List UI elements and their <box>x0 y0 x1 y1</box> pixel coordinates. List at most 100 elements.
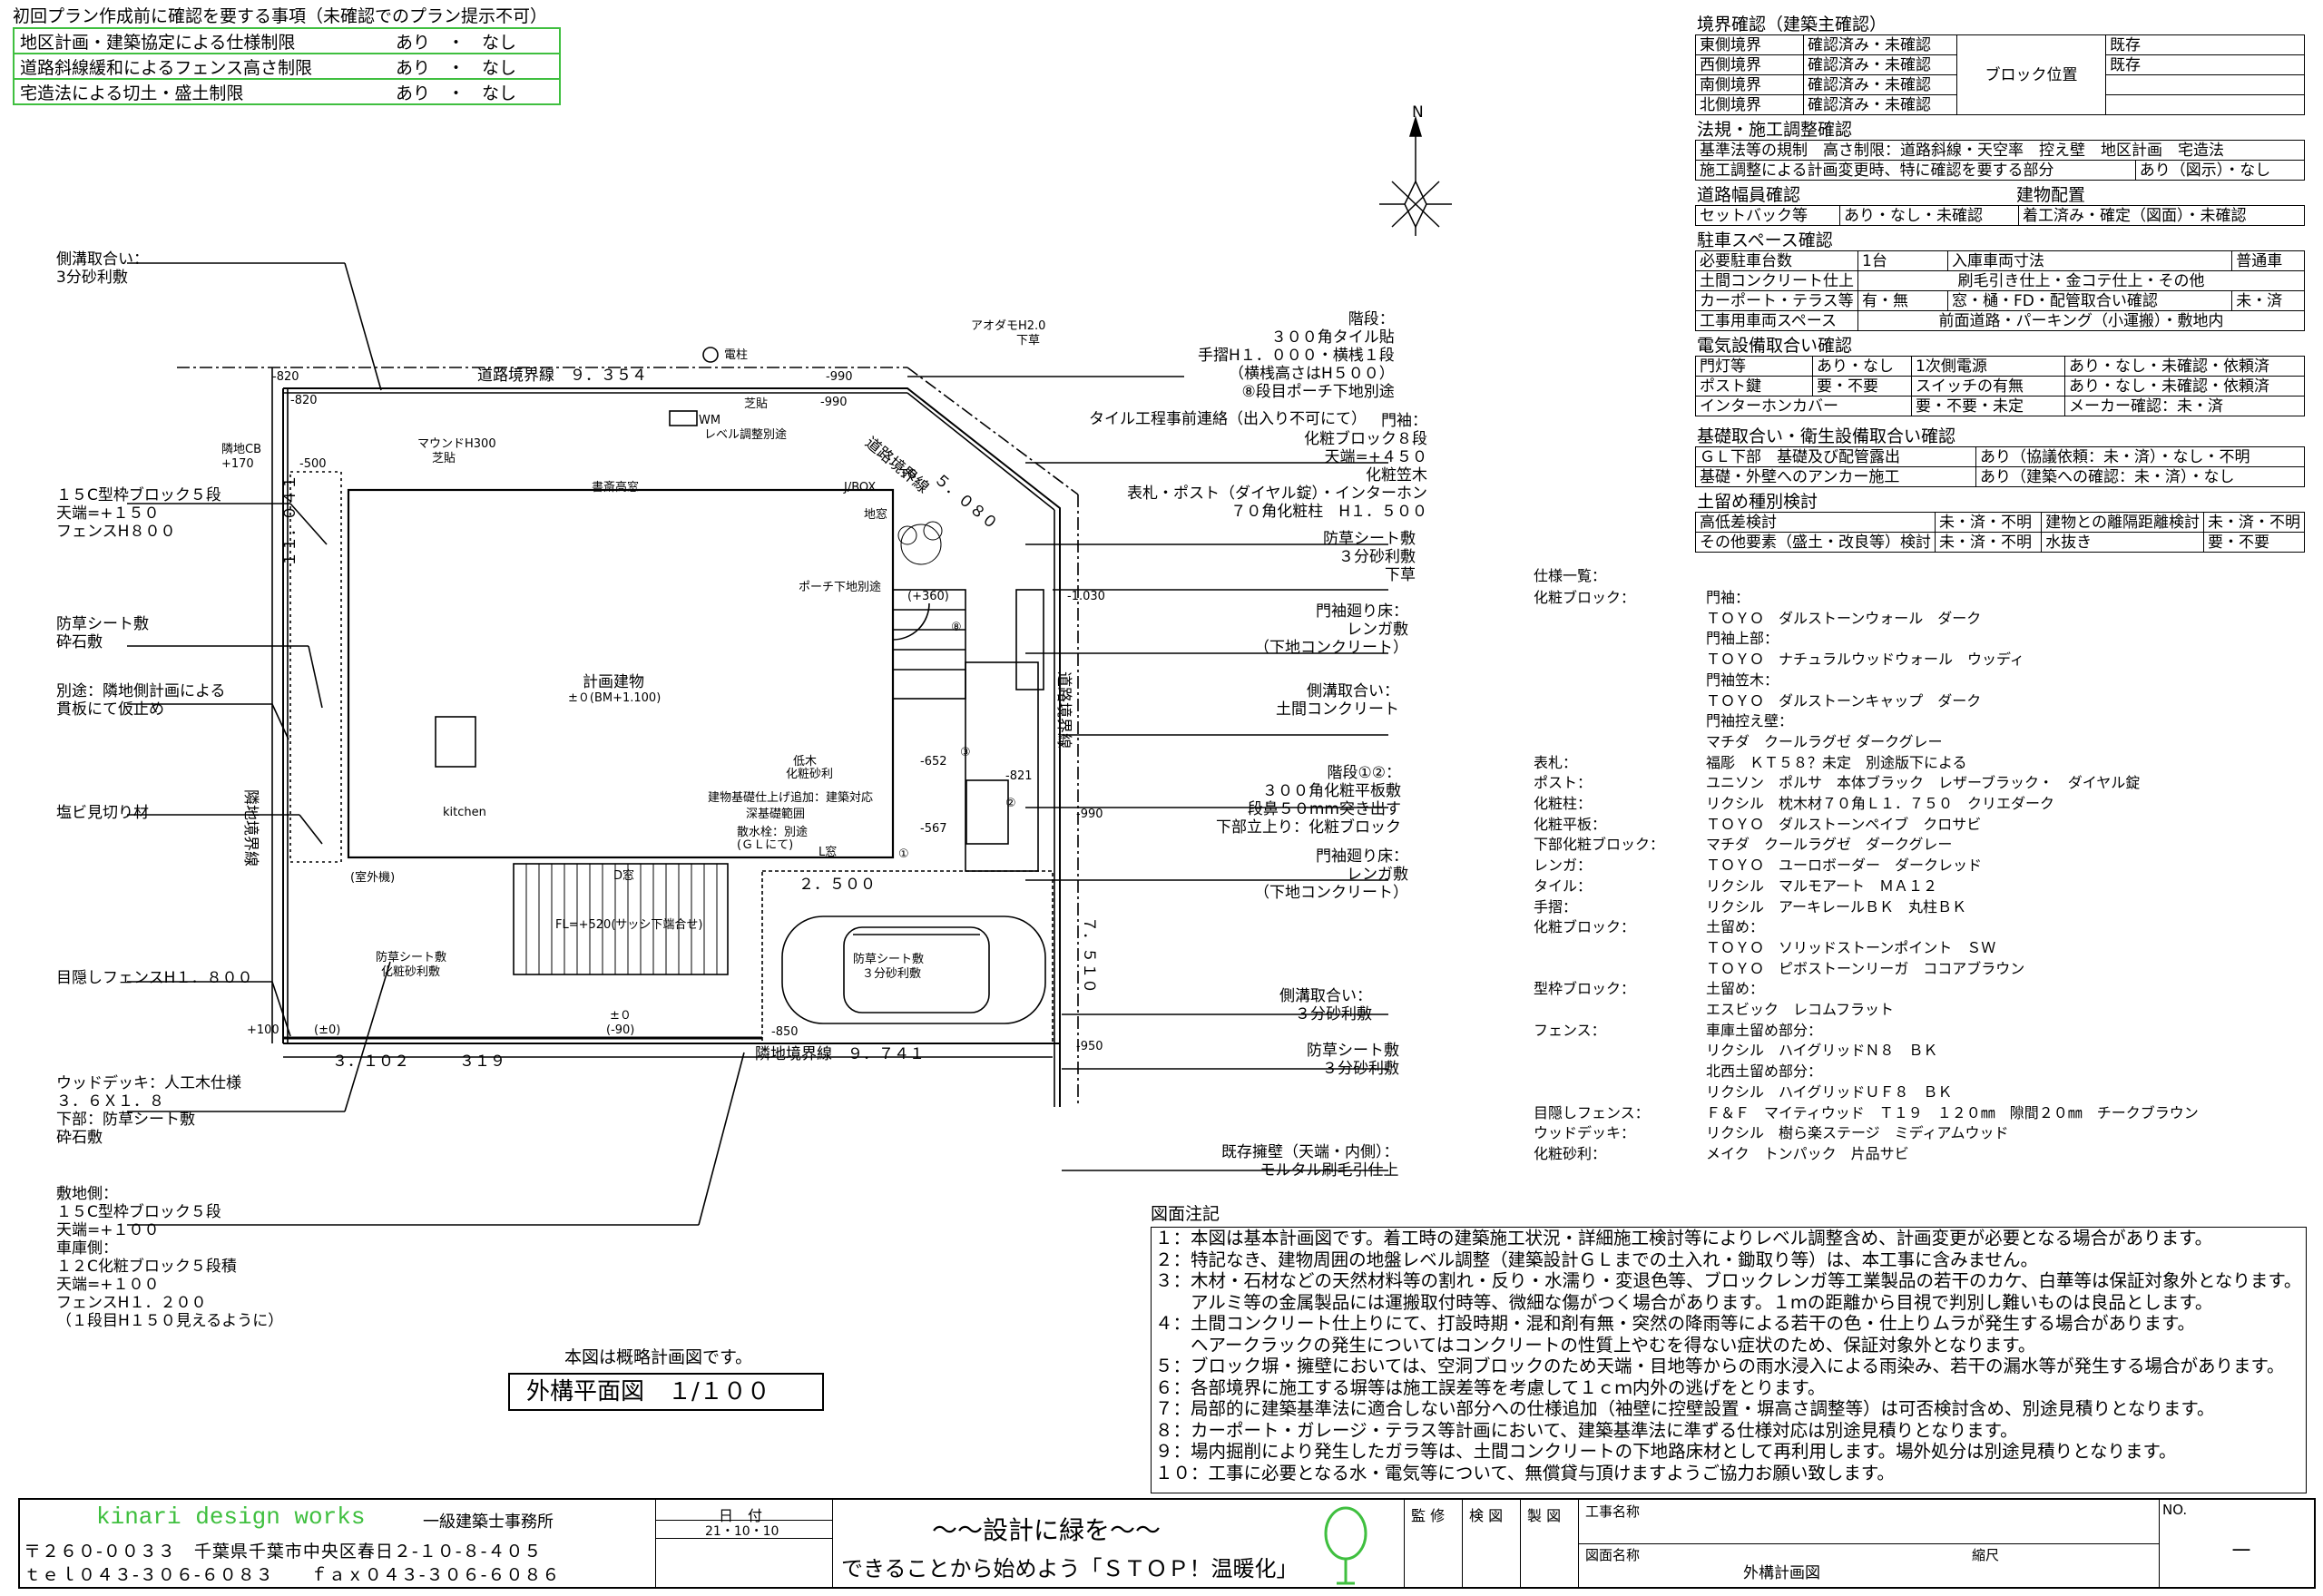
supervision-cell: 監 修 <box>1404 1500 1463 1587</box>
level-m821: -821 <box>1005 769 1033 783</box>
level-p360: (+360) <box>907 590 949 603</box>
spec-key: 下部化粧ブロック： <box>1534 836 1665 854</box>
spec-value: 門袖： <box>1706 589 1750 606</box>
notes-title: 図面注記 <box>1151 1204 1220 1224</box>
level-adjust-label: レベル調整別途 <box>704 428 788 442</box>
check-cell: 検 図 <box>1462 1500 1521 1587</box>
note-line: １：本図は基本計画図です。着工時の建築施工状況・詳細施工検討等によりレベル調整含… <box>1155 1228 2213 1248</box>
shrub-gravel-label: 化粧砂利 <box>786 768 834 781</box>
callout-gate-floor-1: 門袖廻り床： レンガ敷 （下地コンクリート） <box>1254 602 1408 657</box>
mound-grass-label: 芝貼 <box>432 452 456 465</box>
electric-pole-label: 電柱 <box>724 348 749 362</box>
spec-key: 化粧平板： <box>1534 815 1607 833</box>
level-p100: +100 <box>247 1023 279 1037</box>
boundary-title: 境界確認（建築主確認） <box>1697 15 1887 34</box>
foundation-table: ＧＬ下部 基礎及び配管露出 あり（協議依頼：未・済）・なし・不明 基礎・外壁へのア… <box>1695 446 2305 487</box>
drawing-label: 図面名称 <box>1585 1547 1641 1563</box>
drafter-label: 製 図 <box>1527 1507 1562 1524</box>
spec-key: 表札： <box>1534 753 1578 771</box>
level-m90: (-90) <box>606 1023 635 1037</box>
date-value: 21・10・10 <box>705 1524 779 1539</box>
callout-stairs: 階段： ３００角タイル貼 手摺H１．０００・横桟１段 （横桟高さはH５００） ⑧… <box>1198 310 1395 401</box>
bottom-dimension-1: ３．１０２ <box>332 1053 409 1071</box>
callout-ditch-left: 側溝取合い： 3分砂利敷 <box>56 250 149 287</box>
boundary-table: 東側境界 確認済み・未確認 ブロック位置 既存 西側境界 確認済み・未確認 既存 南側境界… <box>1695 34 2305 115</box>
level-m950: -950 <box>1076 1040 1103 1053</box>
spec-key: 化粧砂利： <box>1534 1144 1607 1162</box>
road-boundary-label: 道路境界線 ９．３５４ <box>477 367 647 385</box>
top-check-row: 道路斜線緩和によるフェンス高さ制限 あり ・ なし <box>15 54 559 80</box>
parking-cell: 前面道路・パーキング（小運搬）・敷地内 <box>1857 310 2305 331</box>
compass-icon <box>1379 115 1452 236</box>
parking-weed-sheet-label: 防草シート敷 <box>853 953 925 966</box>
electric-cell: 門灯等 <box>1695 356 1813 377</box>
spec-key: 手摺： <box>1534 897 1578 915</box>
level-m1030: -1.030 <box>1067 590 1105 603</box>
fl-label: FL=+520(サッシ下端合せ) <box>555 918 703 932</box>
block-value: 既存 <box>2105 54 2305 75</box>
electric-cell: ポスト鍵 <box>1695 376 1813 397</box>
parking-gravel-label: ３分砂利敷 <box>862 967 922 981</box>
level-m500: -500 <box>299 457 327 471</box>
supervision-label: 監 修 <box>1411 1507 1446 1524</box>
note-line: ７：局部的に建築基準法に適合しない部分への仕様追加（袖壁に控壁設置・塀高さ調整等… <box>1155 1398 2215 1419</box>
spec-value: 土留め： <box>1706 980 1765 998</box>
level-m850: -850 <box>771 1025 799 1039</box>
note-line: ９：場内掘削により発生したガラ等は、土間コンクリートの下地路床材として再利用しま… <box>1155 1441 2177 1462</box>
company-address: 〒２６０-００３３ 千葉県千葉市中央区春日２-１０-８-４０５ <box>24 1542 543 1562</box>
spec-value: 福彫 ＫＴ５８？未定 別途版下による <box>1706 753 1967 771</box>
north-label: N <box>1412 103 1424 122</box>
retaining-cell: 高低差検討 <box>1695 512 1936 533</box>
boundary-side: 西側境界 <box>1695 54 1804 75</box>
level-m820: -820 <box>272 370 299 384</box>
road-table: セットバック等 あり・なし・未確認 着工済み・確定（図面）・未確認 <box>1695 205 2305 226</box>
law-table: 基準法等の規制 高さ制限：道路斜線・天空率 控え壁 地区計画 宅造法 施工調整に… <box>1695 140 2306 181</box>
boundary-side: 東側境界 <box>1695 34 1804 55</box>
parking-title: 駐車スペース確認 <box>1697 230 1833 250</box>
foundation-title: 基礎取合い・衛生設備取合い確認 <box>1697 426 1956 446</box>
spec-value: ＴＯＹＯ ピボストーンリーガ ココアブラウン <box>1706 959 2025 977</box>
level-m990: -990 <box>826 370 853 384</box>
notes-box: １：本図は基本計画図です。着工時の建築施工状況・詳細施工検討等によりレベル調整含… <box>1151 1227 2307 1493</box>
bottom-dimension-2: ３１９ <box>459 1053 505 1071</box>
spec-value: ＴＯＹＯ ナチュラルウッドウォール ウッディ <box>1706 651 2024 669</box>
spec-key: タイル： <box>1534 876 1593 895</box>
right-dimension: ７．５１０ <box>1080 916 1098 994</box>
top-check-label: 地区計画・建築協定による仕様制限 <box>20 32 296 53</box>
spec-value: リクシル 枕木材７０角Ｌ１．７５０ クリエダーク <box>1706 795 2055 812</box>
retaining-cell: 水抜き <box>2041 532 2204 553</box>
spec-value: 車庫土留め部分： <box>1706 1021 1823 1039</box>
note-line: ２：特記なき、建物周囲の地盤レベル調整（建築設計ＧＬまでの土入れ・鋤取り等）は、… <box>1155 1248 2039 1270</box>
top-check-row: 地区計画・建築協定による仕様制限 あり ・ なし <box>15 29 559 54</box>
callout-weed-sheet-right: 防草シート敷 ３分砂利敷 下草 <box>1323 530 1416 584</box>
shrub-icon <box>897 521 943 565</box>
scale-label: 縮尺 <box>1972 1547 2000 1563</box>
foundation-cell: 基礎・外壁へのアンカー施工 <box>1695 466 1976 487</box>
spec-key: ウッドデッキ： <box>1534 1124 1636 1142</box>
title-block: kinari design works 一級建築士事務所 〒２６０-００３３ 千… <box>18 1498 2316 1589</box>
slogan-sub: できることから始めよう「ＳＴＯＰ！温暖化」 <box>841 1556 1299 1581</box>
level-pm0: (±0) <box>314 1023 341 1037</box>
top-check-label: 道路斜線緩和によるフェンス高さ制限 <box>20 57 313 78</box>
step-8-marker: ⑧ <box>951 621 962 634</box>
spec-key: 目隠しフェンス： <box>1534 1103 1650 1121</box>
foundation-note: 建物基礎仕上げ追加：建築対応 <box>708 791 874 805</box>
faucet-label-2: (ＧＬにて) <box>737 838 794 852</box>
plan-scale-note: 本図は概略計画図です。 <box>564 1347 753 1367</box>
foundation-cell: あり（協議依頼：未・済）・なし・不明 <box>1975 446 2305 467</box>
parking-cell: 必要駐車台数 <box>1695 250 1858 271</box>
retaining-cell: 要・不要 <box>2203 532 2305 553</box>
note-line: ５：ブロック塀・擁壁においては、空洞ブロックのため天端・目地等からの雨水浸入によ… <box>1155 1356 2285 1376</box>
number-cell: NO. － <box>2159 1500 2314 1587</box>
parking-cell: 窓・樋・FD・配管取合い確認 <box>1946 290 2233 311</box>
callout-pvc-trim: 塩ビ見切り材 <box>56 804 149 822</box>
spec-value: 門袖控え壁： <box>1706 712 1794 730</box>
level-m652: -652 <box>920 755 947 769</box>
step-3-marker: ③ <box>960 746 971 759</box>
callout-block-fence-left: １５C型枠ブロック５段 天端=+１５０ フェンスH８００ <box>56 486 221 541</box>
step-2-marker: ② <box>1005 797 1016 810</box>
parking-cell: カーポート・テラス等 <box>1695 290 1858 311</box>
callout-separate-note: 別途：隣地側計画による 貫板にて仮止め <box>56 682 226 719</box>
parking-table: 必要駐車台数 1台 入庫車両寸法 普通車 土間コンクリート仕上 刷毛引き仕上・金コテ仕上… <box>1695 250 2305 331</box>
callout-gate-wall: 門袖： 化粧ブロック８段 天端=+４５０ 化粧笠木 表札・ポスト（ダイヤル錠）・… <box>1127 412 1427 521</box>
